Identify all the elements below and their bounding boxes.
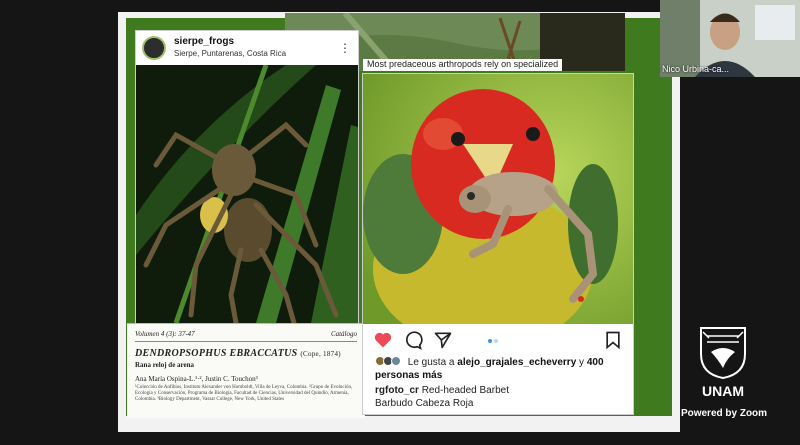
unam-label: UNAM bbox=[702, 383, 744, 399]
liker-avatar bbox=[391, 356, 401, 366]
journal-article-clip: Volumen 4 (3): 37-47 Catálogo Dendropsop… bbox=[127, 323, 365, 418]
share-icon[interactable] bbox=[433, 330, 453, 350]
powered-by-zoom: Powered by Zoom bbox=[680, 408, 768, 419]
likes-middle: y bbox=[579, 357, 585, 368]
instagram-post-spider: sierpe_frogs Sierpe, Puntarenas, Costa R… bbox=[135, 30, 359, 324]
avatar[interactable] bbox=[142, 36, 166, 60]
post-header: sierpe_frogs Sierpe, Puntarenas, Costa R… bbox=[136, 31, 358, 65]
post-username[interactable]: sierpe_frogs bbox=[174, 36, 338, 48]
post-caption: rgfoto_cr Red-headed Barbet Barbudo Cabe… bbox=[375, 384, 509, 410]
species-author: (Cope, 1874) bbox=[300, 350, 341, 358]
save-bookmark-icon[interactable] bbox=[603, 330, 623, 350]
species-name: Dendropsophus ebraccatus (Cope, 1874) bbox=[135, 348, 357, 359]
spider-photo bbox=[136, 65, 358, 323]
strip-text: Most predaceous arthropods rely on speci… bbox=[363, 59, 563, 71]
article-authors: Ana María Ospina-L.¹·², Justin C. Toucho… bbox=[135, 375, 258, 383]
volume-label: Volumen 4 (3): 37-47 bbox=[135, 330, 195, 338]
common-name: Rana reloj de arena bbox=[135, 361, 195, 369]
participant-name: Nico Urbina-ca... bbox=[662, 64, 730, 74]
species-binomial: Dendropsophus ebraccatus bbox=[135, 348, 298, 359]
likes-prefix: Le gusta a bbox=[407, 357, 455, 368]
like-heart-icon[interactable] bbox=[373, 330, 393, 350]
carousel-dot bbox=[488, 339, 492, 343]
carousel-dots bbox=[488, 339, 500, 343]
more-options-icon[interactable]: ⋮ bbox=[338, 41, 352, 55]
unam-crest-icon bbox=[700, 327, 746, 380]
article-affiliations: ¹Colección de Anfibios, Instituto Alexan… bbox=[135, 385, 353, 402]
caption-line-2: Barbudo Cabeza Roja bbox=[375, 398, 474, 409]
caption-text: Red-headed Barbet bbox=[421, 385, 509, 396]
caption-username[interactable]: rgfoto_cr bbox=[375, 385, 419, 396]
post-location[interactable]: Sierpe, Puntarenas, Costa Rica bbox=[174, 48, 338, 60]
catalog-label: Catálogo bbox=[330, 330, 357, 338]
likes-user[interactable]: alejo_grajales_echeverry bbox=[457, 357, 576, 368]
comment-icon[interactable] bbox=[403, 330, 423, 350]
instagram-post-barbet: Le gusta a alejo_grajales_echeverry y 40… bbox=[362, 73, 634, 415]
journal-header: Volumen 4 (3): 37-47 Catálogo bbox=[135, 330, 357, 342]
barbet-photo bbox=[363, 74, 633, 324]
participant-video[interactable]: Nico Urbina-ca... bbox=[660, 0, 800, 77]
likes-line: Le gusta a alejo_grajales_echeverry y 40… bbox=[375, 356, 625, 382]
carousel-dot bbox=[494, 339, 498, 343]
